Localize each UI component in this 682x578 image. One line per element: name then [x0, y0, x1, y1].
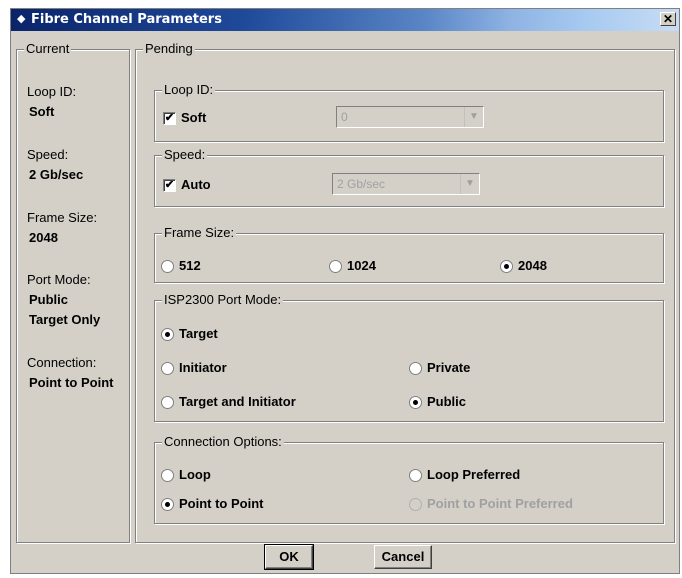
connection-point-to-point-preferred-label: Point to Point Preferred — [427, 496, 573, 511]
close-icon: ✕ — [662, 12, 674, 26]
loop-id-combo-value: 0 — [341, 110, 348, 124]
loop-id-combo[interactable]: 0 ▼ — [336, 106, 484, 128]
pending-group: Pending Loop ID: ✔ Soft 0 ▼ Speed: ✔ Aut… — [135, 41, 675, 543]
checkmark-icon: ✔ — [164, 179, 175, 191]
auto-checkbox-label: Auto — [181, 177, 211, 192]
frame-size-2048-label: 2048 — [518, 258, 547, 273]
pending-legend: Pending — [143, 41, 195, 57]
speed-combo-value: 2 Gb/sec — [337, 177, 386, 191]
connection-loop-radio[interactable] — [161, 469, 174, 482]
connection-loop-preferred-radio[interactable] — [409, 469, 422, 482]
current-port-mode-label: Port Mode: — [27, 272, 91, 287]
pending-connection-legend: Connection Options: — [162, 434, 284, 450]
port-mode-private-radio[interactable] — [409, 362, 422, 375]
pending-speed-group: Speed: ✔ Auto 2 Gb/sec ▼ — [154, 147, 664, 207]
frame-size-1024-radio[interactable] — [329, 260, 342, 273]
current-connection-label: Connection: — [27, 355, 97, 370]
port-mode-initiator-radio[interactable] — [161, 362, 174, 375]
current-speed-label: Speed: — [27, 147, 69, 162]
connection-point-to-point-label: Point to Point — [179, 496, 264, 511]
ok-button[interactable]: OK — [264, 544, 314, 570]
port-mode-initiator-label: Initiator — [179, 360, 227, 375]
pending-frame-size-group: Frame Size: 512 1024 2048 — [154, 225, 664, 283]
current-port-mode-value-2: Target Only — [29, 312, 101, 327]
frame-size-2048-radio[interactable] — [500, 260, 513, 273]
port-mode-public-label: Public — [427, 394, 467, 409]
checkmark-icon: ✔ — [164, 112, 175, 124]
port-mode-target-and-initiator-label: Target and Initiator — [179, 394, 296, 409]
window-title: Fibre Channel Parameters — [31, 12, 222, 27]
current-loop-id-value: Soft — [29, 104, 55, 119]
pending-loop-id-legend: Loop ID: — [162, 82, 216, 98]
title-bar[interactable]: ◆ Fibre Channel Parameters ✕ — [11, 9, 679, 31]
current-port-mode-value-1: Public — [29, 292, 69, 307]
pending-port-mode-legend: ISP2300 Port Mode: — [162, 292, 284, 308]
port-mode-private-label: Private — [427, 360, 471, 375]
current-legend: Current — [24, 41, 72, 57]
current-speed-value: 2 Gb/sec — [29, 167, 84, 182]
connection-point-to-point-preferred-radio — [409, 498, 422, 511]
connection-loop-preferred-label: Loop Preferred — [427, 467, 521, 482]
connection-point-to-point-radio[interactable] — [161, 498, 174, 511]
soft-checkbox[interactable]: ✔ — [163, 112, 176, 125]
chevron-down-icon: ▼ — [460, 174, 479, 194]
speed-combo[interactable]: 2 Gb/sec ▼ — [332, 173, 480, 195]
connection-loop-label: Loop — [179, 467, 211, 482]
frame-size-512-label: 512 — [179, 258, 201, 273]
frame-size-512-radio[interactable] — [161, 260, 174, 273]
pending-port-mode-group: ISP2300 Port Mode: Target Initiator Priv… — [154, 292, 664, 422]
pending-speed-legend: Speed: — [162, 147, 208, 163]
pending-connection-group: Connection Options: Loop Loop Preferred … — [154, 434, 664, 524]
port-mode-target-radio[interactable] — [161, 328, 174, 341]
auto-checkbox[interactable]: ✔ — [163, 179, 176, 192]
current-connection-value: Point to Point — [29, 375, 114, 390]
app-icon: ◆ — [17, 13, 26, 25]
cancel-button[interactable]: Cancel — [374, 545, 432, 569]
frame-size-1024-label: 1024 — [347, 258, 376, 273]
close-button[interactable]: ✕ — [660, 12, 676, 26]
dialog-window: ◆ Fibre Channel Parameters ✕ Current Loo… — [10, 8, 680, 574]
soft-checkbox-label: Soft — [181, 110, 207, 125]
port-mode-target-and-initiator-radio[interactable] — [161, 396, 174, 409]
current-frame-size-label: Frame Size: — [27, 210, 98, 225]
port-mode-public-radio[interactable] — [409, 396, 422, 409]
current-frame-size-value: 2048 — [29, 230, 58, 245]
chevron-down-icon: ▼ — [464, 107, 483, 127]
pending-frame-size-legend: Frame Size: — [162, 225, 237, 241]
pending-loop-id-group: Loop ID: ✔ Soft 0 ▼ — [154, 82, 664, 142]
current-group: Current Loop ID: Soft Speed: 2 Gb/sec Fr… — [16, 41, 130, 543]
port-mode-target-label: Target — [179, 326, 218, 341]
current-loop-id-label: Loop ID: — [27, 84, 77, 99]
